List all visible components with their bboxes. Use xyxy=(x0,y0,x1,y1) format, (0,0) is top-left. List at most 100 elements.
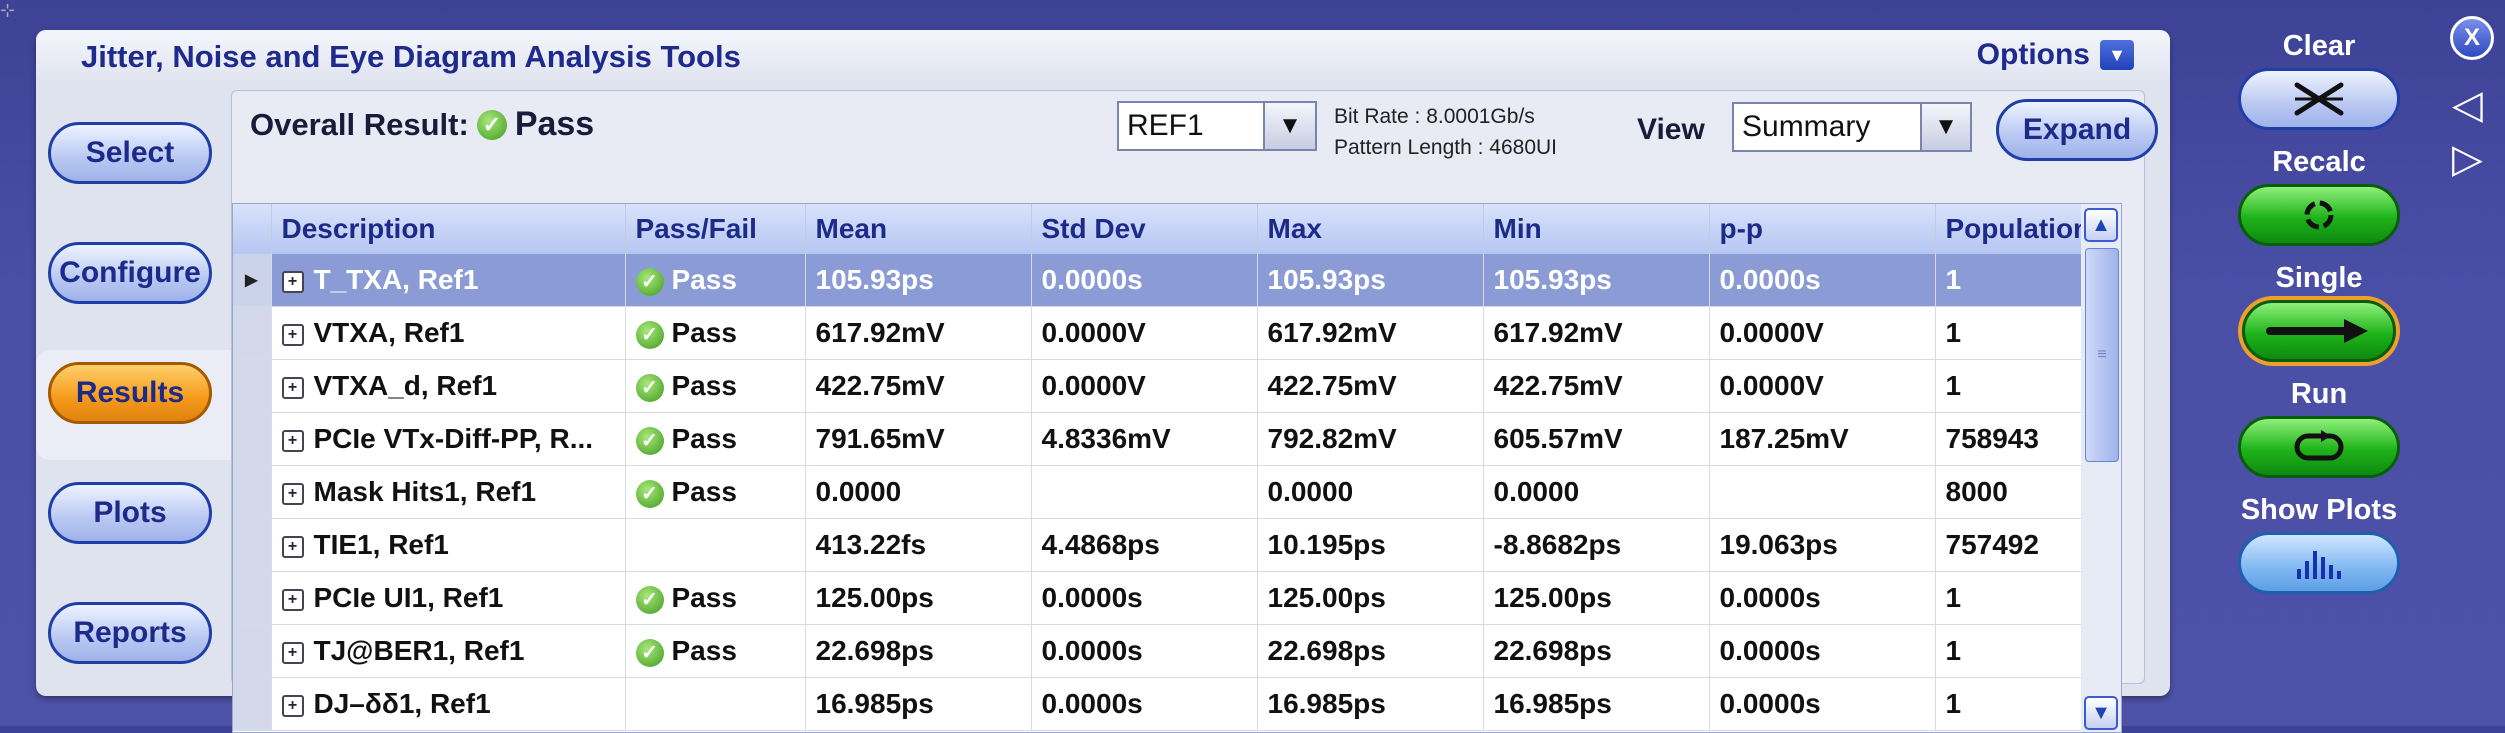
title-bar: Jitter, Noise and Eye Diagram Analysis T… xyxy=(36,30,2170,80)
table-row[interactable]: ▶ + T_TXA, Ref1 ✓ Pass 105.93ps 0.0000s 10… xyxy=(233,254,2108,307)
table-row[interactable]: + TJ@BER1, Ref1 ✓ Pass 22.698ps 0.0000s 22… xyxy=(233,624,2108,678)
expand-row-icon[interactable]: + xyxy=(281,694,304,717)
column-header[interactable]: p-p xyxy=(1709,204,1936,254)
single-button[interactable] xyxy=(2242,300,2396,362)
min-cell: 16.985ps xyxy=(1483,677,1710,731)
row-indicator xyxy=(233,677,272,731)
arrow-right-icon xyxy=(2266,319,2368,343)
pp-cell: 0.0000s xyxy=(1709,624,1936,678)
window-title: Jitter, Noise and Eye Diagram Analysis T… xyxy=(81,39,741,74)
column-header[interactable]: Pass/Fail xyxy=(625,204,806,254)
chevron-down-icon[interactable]: ▼ xyxy=(1263,103,1315,149)
recalc-label: Recalc xyxy=(2272,146,2366,178)
min-cell: 125.00ps xyxy=(1483,571,1710,625)
expand-row-icon[interactable]: + xyxy=(281,376,304,399)
expand-row-icon[interactable]: + xyxy=(281,588,304,611)
expand-right-icon[interactable]: ▷ xyxy=(2452,136,2483,182)
clear-label: Clear xyxy=(2282,30,2356,62)
column-header[interactable]: Min xyxy=(1483,204,1710,254)
description-cell[interactable]: + DJ–δδ1, Ref1 xyxy=(271,677,626,731)
table-row[interactable]: + TIE1, Ref1 413.22fs 4.4868ps 10.195ps -… xyxy=(233,518,2108,572)
scroll-down-icon[interactable]: ▼ xyxy=(2084,696,2118,730)
chevron-down-icon[interactable]: ▼ xyxy=(1920,104,1970,150)
table-header: Description Pass/Fail Mean Std Dev Max M… xyxy=(233,204,2108,254)
signal-info: Bit Rate : 8.0001Gb/s Pattern Length : 4… xyxy=(1334,101,1557,163)
column-header[interactable]: Description xyxy=(271,204,626,254)
max-cell: 16.985ps xyxy=(1257,677,1484,731)
source-select[interactable]: REF1 ▼ xyxy=(1117,101,1317,151)
clear-button[interactable] xyxy=(2238,68,2400,130)
pass-check-icon: ✓ xyxy=(476,109,507,140)
table-row[interactable]: + PCIe VTx-Diff-PP, R... ✓ Pass 791.65mV 4… xyxy=(233,412,2108,466)
expand-row-icon[interactable]: + xyxy=(281,323,304,346)
description-cell[interactable]: + VTXA_d, Ref1 xyxy=(271,359,626,413)
std-dev-cell: 0.0000s xyxy=(1031,571,1258,625)
vertical-scrollbar[interactable]: ▲ ≡ ▼ xyxy=(2081,204,2121,732)
description-cell[interactable]: + TIE1, Ref1 xyxy=(271,518,626,572)
description-cell[interactable]: + VTXA, Ref1 xyxy=(271,306,626,360)
scroll-up-icon[interactable]: ▲ xyxy=(2084,208,2118,242)
pass-fail-cell: ✓ Pass xyxy=(625,412,806,466)
column-header[interactable]: Std Dev xyxy=(1031,204,1258,254)
close-button[interactable]: X xyxy=(2450,16,2494,60)
min-cell: 105.93ps xyxy=(1483,254,1710,307)
source-select-value[interactable]: REF1 xyxy=(1119,109,1263,143)
view-select-value[interactable]: Summary xyxy=(1734,110,1920,144)
min-cell: 617.92mV xyxy=(1483,306,1710,360)
pass-check-icon: ✓ xyxy=(635,320,664,349)
std-dev-cell: 0.0000s xyxy=(1031,677,1258,731)
max-cell: 22.698ps xyxy=(1257,624,1484,678)
max-cell: 617.92mV xyxy=(1257,306,1484,360)
max-cell: 125.00ps xyxy=(1257,571,1484,625)
loop-icon xyxy=(2294,430,2344,461)
std-dev-cell: 0.0000s xyxy=(1031,624,1258,678)
min-cell: 0.0000 xyxy=(1483,465,1710,519)
table-row[interactable]: + Mask Hits1, Ref1 ✓ Pass 0.0000 0.0000 0.… xyxy=(233,465,2108,519)
pass-check-icon: ✓ xyxy=(635,267,664,296)
std-dev-cell: 0.0000V xyxy=(1031,306,1258,360)
expand-row-icon[interactable]: + xyxy=(281,535,304,558)
pass-check-icon: ✓ xyxy=(635,373,664,402)
view-select[interactable]: Summary ▼ xyxy=(1732,102,1972,152)
min-cell: 605.57mV xyxy=(1483,412,1710,466)
pp-cell: 0.0000s xyxy=(1709,677,1936,731)
plots-button[interactable]: Plots xyxy=(48,482,212,544)
pp-cell: 187.25mV xyxy=(1709,412,1936,466)
expand-row-icon[interactable]: + xyxy=(281,641,304,664)
column-header[interactable]: Max xyxy=(1257,204,1484,254)
histogram-icon xyxy=(2297,551,2341,579)
table-row[interactable]: + PCIe UI1, Ref1 ✓ Pass 125.00ps 0.0000s 1… xyxy=(233,571,2108,625)
description-cell[interactable]: + TJ@BER1, Ref1 xyxy=(271,624,626,678)
show-plots-button[interactable] xyxy=(2238,532,2400,594)
mean-cell: 105.93ps xyxy=(805,254,1032,307)
collapse-left-icon[interactable]: ◁ xyxy=(2452,82,2483,128)
view-label: View xyxy=(1637,113,1705,146)
pp-cell: 0.0000s xyxy=(1709,571,1936,625)
recalc-button[interactable] xyxy=(2238,184,2400,246)
select-button[interactable]: Select xyxy=(48,122,212,184)
table-row[interactable]: + DJ–δδ1, Ref1 16.985ps 0.0000s 16.985ps … xyxy=(233,677,2108,731)
expand-row-icon[interactable]: + xyxy=(281,270,304,293)
max-cell: 105.93ps xyxy=(1257,254,1484,307)
results-button[interactable]: Results xyxy=(48,362,212,424)
expand-row-icon[interactable]: + xyxy=(281,429,304,452)
column-header[interactable]: Mean xyxy=(805,204,1032,254)
clear-icon xyxy=(2294,82,2344,116)
options-label[interactable]: Options xyxy=(1977,38,2090,72)
expand-button[interactable]: Expand xyxy=(1996,99,2158,161)
table-row[interactable]: + VTXA, Ref1 ✓ Pass 617.92mV 0.0000V 617.9… xyxy=(233,306,2108,360)
options-dropdown-icon[interactable]: ▼ xyxy=(2100,40,2134,70)
description-cell[interactable]: + PCIe UI1, Ref1 xyxy=(271,571,626,625)
description-cell[interactable]: + PCIe VTx-Diff-PP, R... xyxy=(271,412,626,466)
configure-button[interactable]: Configure xyxy=(48,242,212,304)
scroll-thumb[interactable]: ≡ xyxy=(2085,248,2119,462)
options-menu[interactable]: Options ▼ xyxy=(1977,38,2134,72)
reports-button[interactable]: Reports xyxy=(48,602,212,664)
table-row[interactable]: + VTXA_d, Ref1 ✓ Pass 422.75mV 0.0000V 422… xyxy=(233,359,2108,413)
description-cell[interactable]: + T_TXA, Ref1 xyxy=(271,254,626,307)
description-cell[interactable]: + Mask Hits1, Ref1 xyxy=(271,465,626,519)
expand-row-icon[interactable]: + xyxy=(281,482,304,505)
run-button[interactable] xyxy=(2238,416,2400,478)
single-label: Single xyxy=(2275,262,2363,294)
mean-cell: 16.985ps xyxy=(805,677,1032,731)
